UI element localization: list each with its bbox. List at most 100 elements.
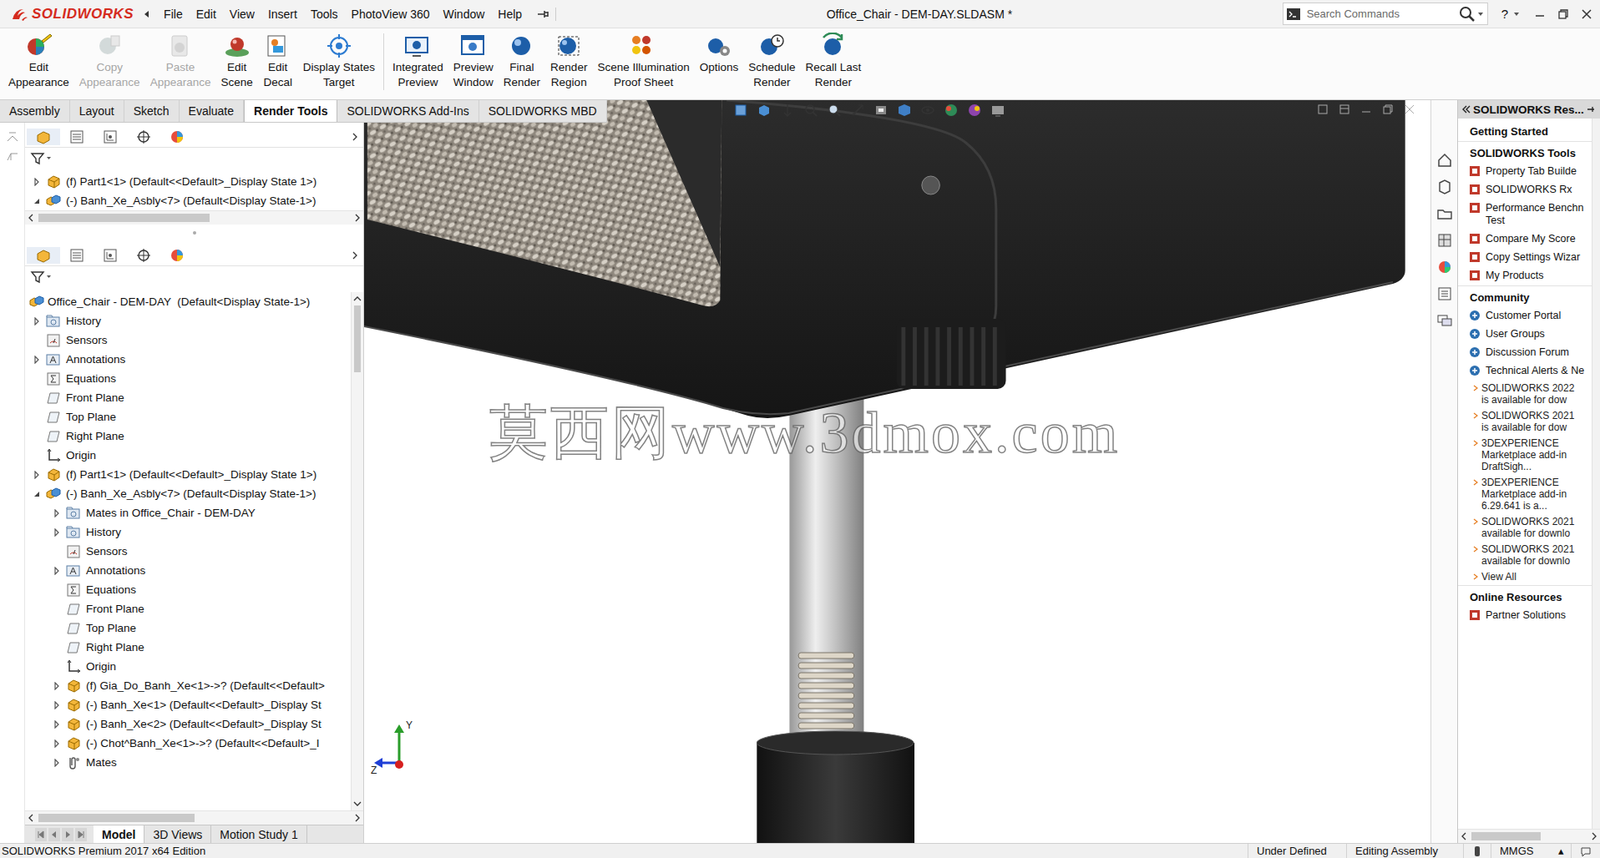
scroll-right-icon[interactable] (349, 212, 364, 223)
tree-item[interactable]: Right Plane (25, 426, 351, 446)
tab-nav-arrow-icon[interactable] (35, 828, 47, 842)
ribbon-button[interactable]: IntegratedPreview (383, 33, 449, 91)
scroll-down-icon[interactable] (351, 797, 364, 811)
expand-chevron-icon[interactable] (346, 131, 364, 142)
ribbon-button[interactable]: Recall LastRender (800, 33, 867, 91)
command-tab[interactable]: Sketch (124, 100, 180, 122)
resource-link[interactable]: User Groups (1458, 325, 1592, 345)
dimxpert-icon[interactable] (126, 247, 161, 264)
speech-bubble-icon[interactable] (1579, 845, 1592, 858)
units-selector[interactable]: MMGS▴ (1490, 844, 1571, 858)
expander[interactable] (28, 192, 46, 210)
filter-icon[interactable] (30, 151, 46, 167)
resource-link[interactable]: Copy Settings Wizar (1458, 248, 1592, 268)
news-link[interactable]: SOLIDWORKS 2022is available for dow (1458, 380, 1592, 409)
pane-toggle-icon[interactable] (5, 129, 20, 143)
horizontal-scrollbar[interactable] (1458, 829, 1600, 844)
menu-item[interactable]: Window (436, 7, 492, 21)
resource-link[interactable]: Compare My Score (1458, 230, 1592, 249)
tree-item[interactable]: Mates in Office_Chair - DEM-DAY (25, 503, 351, 523)
tree-root[interactable]: Office_Chair - DEM-DAY (Default<Display … (25, 292, 351, 312)
bottom-tab[interactable]: Model (93, 825, 145, 844)
task-pane-tab-icon[interactable] (1436, 310, 1454, 331)
task-pane-tab-icon[interactable] (1436, 230, 1454, 251)
task-pane-tab-icon[interactable] (1436, 177, 1454, 198)
scroll-thumb[interactable] (354, 305, 361, 373)
ribbon-button[interactable]: EditAppearance (3, 33, 75, 91)
help-button[interactable]: ? (1499, 6, 1510, 21)
restore-icon[interactable] (1553, 7, 1574, 21)
collapsed-arrow-icon[interactable] (32, 177, 41, 187)
view-tool-icon[interactable] (941, 102, 961, 118)
expander[interactable] (48, 697, 66, 714)
command-tab[interactable]: SOLIDWORKS MBD (479, 100, 608, 122)
expander[interactable] (48, 735, 66, 753)
tab-nav-arrow-icon[interactable] (75, 828, 87, 842)
ribbon-button[interactable]: Scene IlluminationProof Sheet (592, 33, 694, 91)
ribbon-button[interactable]: EditScene (215, 33, 258, 91)
expander[interactable] (48, 505, 66, 522)
menu-item[interactable]: Edit (189, 7, 223, 21)
task-pane-tab-icon[interactable] (1436, 150, 1454, 171)
menu-item[interactable]: Insert (261, 7, 304, 21)
view-tool-icon[interactable] (965, 102, 984, 118)
tree-item[interactable]: Top Plane (25, 407, 351, 427)
task-pane-tab-icon[interactable] (1436, 283, 1454, 304)
tree-item[interactable]: Front Plane (25, 599, 351, 619)
tree-item[interactable]: History (25, 522, 351, 542)
command-tab[interactable]: Evaluate (179, 100, 244, 122)
tree-item[interactable]: Sensors (25, 541, 351, 562)
menu-item[interactable]: Tools (303, 7, 345, 21)
scroll-thumb[interactable] (38, 213, 210, 223)
collapsed-arrow-icon[interactable] (52, 701, 61, 710)
tree-item[interactable]: Annotations (25, 561, 351, 581)
view-tool-icon[interactable] (848, 102, 867, 118)
view-tool-icon[interactable] (918, 102, 937, 118)
expanded-arrow-icon[interactable] (32, 197, 41, 206)
configuration-manager-icon[interactable] (93, 247, 127, 264)
view-tool-icon[interactable] (801, 102, 821, 118)
tree-item[interactable]: (-) Banh_Xe_Asbly<7> (Default<Display St… (25, 191, 364, 211)
tree-item[interactable]: Equations (25, 580, 351, 600)
viewport-window-icon[interactable] (1358, 103, 1374, 116)
horizontal-scrollbar[interactable] (25, 810, 364, 826)
tree-item[interactable]: (-) Banh_Xe<1> (Default<<Default>_Displa… (25, 695, 351, 715)
tree-item[interactable]: History (25, 311, 351, 331)
menu-item[interactable]: View (222, 7, 262, 21)
resource-link[interactable]: Partner Solutions (1458, 607, 1592, 626)
scroll-thumb[interactable] (1471, 832, 1541, 841)
news-link[interactable]: SOLIDWORKS 2021available for downlo (1458, 514, 1592, 542)
news-link[interactable]: 3DEXPERIENCEMarketplace add-in6.29.641 i… (1458, 475, 1592, 515)
collapsed-arrow-icon[interactable] (52, 759, 61, 768)
resource-link[interactable]: My Products (1458, 267, 1592, 286)
viewport-window-icon[interactable] (1380, 103, 1396, 116)
menu-item[interactable]: File (156, 7, 190, 21)
collapsed-arrow-icon[interactable] (52, 720, 61, 730)
ribbon-button[interactable]: ScheduleRender (743, 33, 800, 91)
view-tool-icon[interactable] (871, 102, 891, 118)
resource-link[interactable]: SOLIDWORKS Rx (1458, 181, 1592, 200)
expander[interactable] (48, 562, 66, 580)
task-pane-scrollbar[interactable] (1591, 118, 1600, 830)
tree-item[interactable]: Origin (25, 445, 351, 466)
collapsed-arrow-icon[interactable] (32, 317, 41, 326)
collapsed-arrow-icon[interactable] (32, 355, 41, 365)
tab-nav-arrow-icon[interactable] (61, 828, 74, 842)
expander[interactable] (28, 313, 46, 330)
tree-item[interactable]: (f) Part1<1> (Default<<Default>_Display … (25, 172, 364, 192)
tree-item[interactable]: (-) Banh_Xe<2> (Default<<Default>_Displa… (25, 714, 351, 735)
resource-link[interactable]: Performance BenchnTest (1458, 199, 1592, 231)
viewport-window-icon[interactable] (1402, 103, 1418, 116)
command-tab[interactable]: Layout (70, 100, 125, 122)
horizontal-scrollbar[interactable] (25, 210, 364, 225)
command-tab[interactable]: Render Tools (243, 100, 338, 122)
panel-splitter[interactable] (25, 224, 364, 242)
view-tool-icon[interactable] (754, 102, 774, 118)
view-tool-icon[interactable] (895, 102, 914, 118)
ribbon-button[interactable]: PreviewWindow (448, 33, 499, 91)
scroll-left-icon[interactable] (25, 813, 39, 824)
menu-item[interactable]: Help (491, 7, 529, 21)
close-icon[interactable] (1576, 7, 1597, 21)
view-tool-icon[interactable] (778, 102, 797, 118)
view-tool-icon[interactable] (988, 102, 1008, 118)
